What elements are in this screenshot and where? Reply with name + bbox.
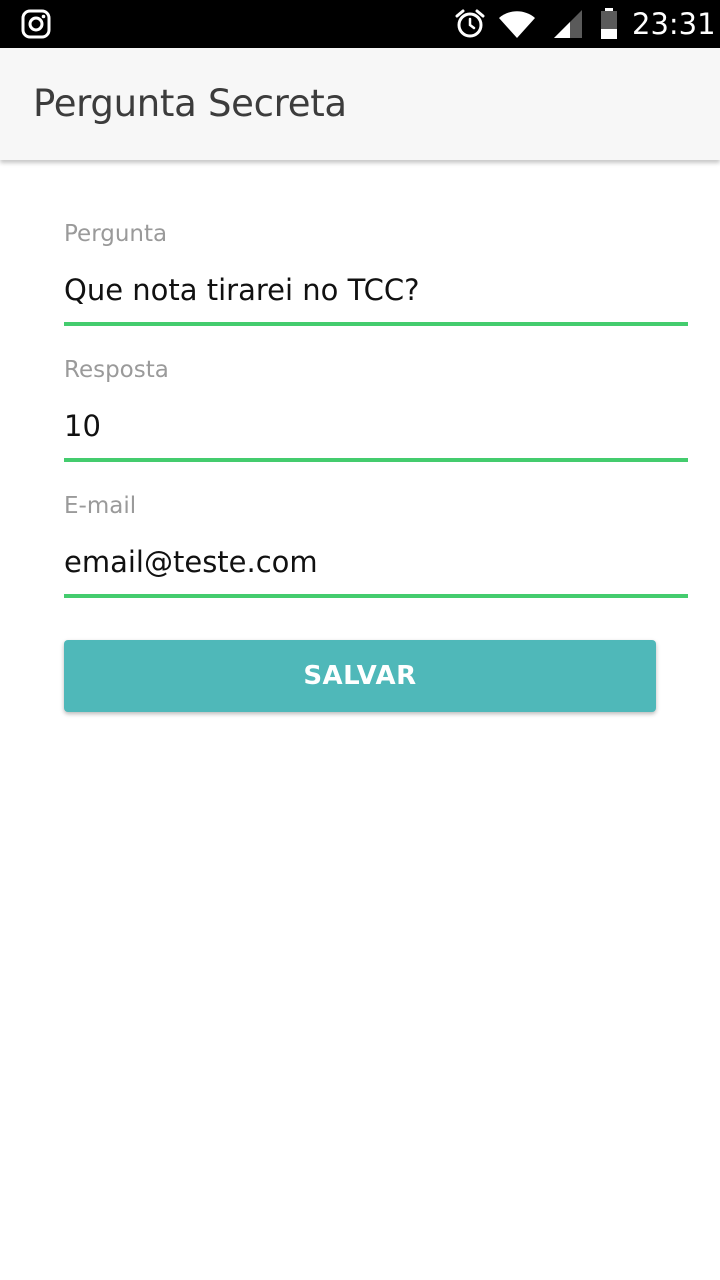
answer-label: Resposta: [64, 357, 169, 383]
email-field[interactable]: E-mail email@teste.com: [64, 488, 688, 624]
answer-underline: [64, 458, 688, 462]
battery-icon: [601, 8, 617, 39]
question-field[interactable]: Pergunta Que nota tirarei no TCC?: [64, 216, 688, 352]
question-label: Pergunta: [64, 221, 168, 247]
status-bar: 23:31: [0, 0, 720, 48]
signal-icon: [554, 10, 582, 38]
email-label: E-mail: [64, 493, 137, 519]
app-bar: Pergunta Secreta: [0, 48, 720, 160]
instagram-icon: [21, 9, 51, 39]
page-title: Pergunta Secreta: [33, 82, 347, 125]
email-input[interactable]: email@teste.com: [64, 538, 688, 586]
answer-field[interactable]: Resposta 10: [64, 352, 688, 488]
question-underline: [64, 322, 688, 326]
question-input[interactable]: Que nota tirarei no TCC?: [64, 266, 688, 314]
wifi-icon: [499, 11, 535, 38]
answer-input[interactable]: 10: [64, 402, 688, 450]
email-underline: [64, 594, 688, 598]
save-button[interactable]: SALVAR: [64, 640, 656, 712]
status-time: 23:31: [632, 7, 716, 41]
alarm-icon: [455, 9, 485, 38]
